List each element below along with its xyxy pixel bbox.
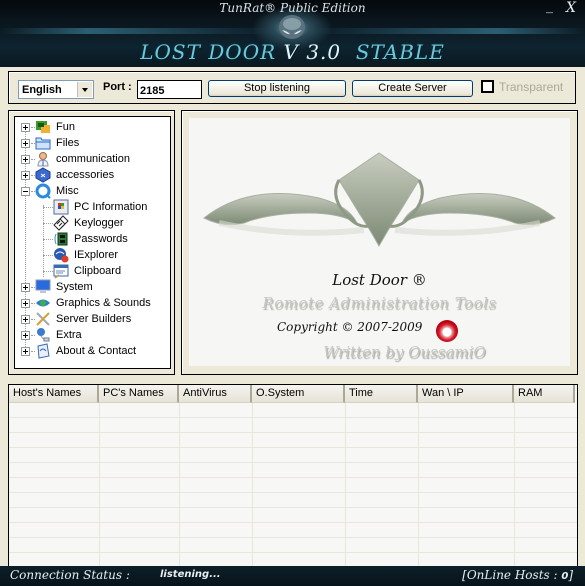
about-icon bbox=[37, 343, 50, 359]
games-icon bbox=[36, 121, 50, 133]
product-name: Lost Door ® bbox=[332, 271, 427, 289]
tree-item-label: PC Information bbox=[74, 201, 148, 213]
accessories-icon bbox=[35, 167, 51, 183]
folder-icon bbox=[35, 137, 51, 150]
tree-item-label: Server Builders bbox=[56, 313, 132, 325]
expand-icon[interactable] bbox=[21, 331, 30, 340]
tree-connector bbox=[43, 255, 53, 256]
app-title-text: LOST DOOR bbox=[140, 40, 284, 64]
expand-icon[interactable] bbox=[21, 299, 30, 308]
stop-listening-button[interactable]: Stop listening bbox=[208, 80, 346, 97]
app-title: LOST DOOR V 3.0 STABLE bbox=[0, 40, 585, 64]
tree-item-label: IExplorer bbox=[74, 249, 119, 261]
column-header-os[interactable]: O.System bbox=[252, 385, 345, 403]
expand-icon[interactable] bbox=[21, 315, 30, 324]
expand-icon[interactable] bbox=[21, 347, 30, 356]
create-server-button[interactable]: Create Server bbox=[352, 80, 473, 97]
close-button[interactable]: X bbox=[566, 0, 576, 16]
online-hosts-label: [OnLine Hosts : bbox=[462, 568, 562, 582]
feature-tree-panel: Fun Files communication accessories Misc… bbox=[8, 110, 175, 375]
table-row[interactable] bbox=[9, 418, 577, 433]
tree-item-label: Fun bbox=[56, 121, 75, 133]
author-credit: Written by OussamiO bbox=[323, 343, 486, 361]
tree-item-label: Graphics & Sounds bbox=[56, 297, 151, 309]
expand-icon[interactable] bbox=[21, 155, 30, 164]
tree-connector bbox=[43, 239, 53, 240]
collapse-icon[interactable] bbox=[21, 187, 30, 196]
logo-panel: Lost Door ® Romote Administration Tools … bbox=[181, 110, 578, 375]
table-row[interactable] bbox=[9, 508, 577, 523]
expand-icon[interactable] bbox=[21, 123, 30, 132]
column-header-hosts-names[interactable]: Host's Names bbox=[9, 385, 99, 403]
column-header-ram[interactable]: RAM bbox=[514, 385, 575, 403]
keylogger-icon bbox=[53, 215, 69, 231]
extra-icon bbox=[37, 328, 50, 342]
iexplorer-icon bbox=[54, 248, 69, 263]
toolbar: English Port : Stop listening Create Ser… bbox=[8, 71, 576, 104]
tree-item-label: communication bbox=[56, 153, 130, 165]
table-row[interactable] bbox=[9, 433, 577, 448]
feature-tree[interactable]: Fun Files communication accessories Misc… bbox=[14, 116, 171, 369]
copyright-text: Copyright © 2007-2009 bbox=[277, 320, 423, 334]
status-bar: Connection Status : listening... [OnLine… bbox=[0, 566, 585, 586]
tree-item-label: Clipboard bbox=[74, 265, 122, 277]
tree-connector bbox=[43, 207, 53, 208]
chevron-down-icon[interactable] bbox=[77, 82, 92, 97]
table-row[interactable] bbox=[9, 523, 577, 538]
table-row[interactable] bbox=[9, 448, 577, 463]
tools-icon bbox=[36, 312, 50, 326]
online-hosts-suffix: ] bbox=[568, 568, 573, 582]
app-title-suffix: STABLE bbox=[341, 40, 445, 64]
online-hosts: [OnLine Hosts : 0] bbox=[462, 568, 573, 582]
tree-item-label: Files bbox=[56, 137, 80, 149]
connection-status-value: listening... bbox=[160, 569, 221, 580]
tree-item-label: Keylogger bbox=[74, 217, 124, 229]
hosts-table[interactable]: Host's Names PC's Names AntiVirus O.Syst… bbox=[8, 384, 578, 567]
tree-item-label: Extra bbox=[56, 329, 82, 341]
table-row[interactable] bbox=[9, 478, 577, 493]
language-select[interactable]: English bbox=[18, 80, 94, 99]
transparent-label: Transparent bbox=[499, 80, 564, 94]
app-version: V 3.0 bbox=[283, 40, 342, 64]
monitor-icon bbox=[35, 279, 51, 293]
column-header-wan-ip[interactable]: Wan \ IP bbox=[418, 385, 514, 403]
table-row[interactable] bbox=[9, 493, 577, 508]
connection-status-label: Connection Status : bbox=[10, 568, 130, 582]
port-label: Port : bbox=[103, 81, 132, 93]
table-row[interactable] bbox=[9, 403, 577, 418]
misc-icon bbox=[35, 183, 51, 199]
product-subtitle: Romote Administration Tools bbox=[262, 294, 497, 312]
table-row[interactable] bbox=[9, 553, 577, 566]
minimize-button[interactable]: _ bbox=[546, 0, 553, 14]
tree-connector bbox=[43, 223, 53, 224]
tree-connector bbox=[43, 205, 44, 277]
column-header-antivirus[interactable]: AntiVirus bbox=[179, 385, 252, 403]
expand-icon[interactable] bbox=[21, 171, 30, 180]
table-row[interactable] bbox=[9, 538, 577, 553]
splash-logo: Lost Door ® Romote Administration Tools … bbox=[189, 118, 570, 366]
transparent-checkbox[interactable] bbox=[481, 80, 494, 93]
language-value: English bbox=[22, 84, 62, 96]
red-badge-icon bbox=[436, 320, 458, 342]
port-input[interactable] bbox=[137, 80, 202, 99]
graphics-icon bbox=[36, 299, 50, 307]
tree-item-label: accessories bbox=[56, 169, 115, 181]
user-chat-icon bbox=[37, 152, 49, 167]
column-header-pcs-names[interactable]: PC's Names bbox=[99, 385, 179, 403]
passwords-icon bbox=[54, 232, 68, 246]
column-header-time[interactable]: Time bbox=[345, 385, 418, 403]
clipboard-icon bbox=[53, 264, 69, 279]
app-subtitle: TunRat® Public Edition bbox=[219, 1, 366, 15]
tree-item-label: About & Contact bbox=[56, 345, 137, 357]
table-row[interactable] bbox=[9, 463, 577, 478]
tree-item-label: Passwords bbox=[74, 233, 128, 245]
expand-icon[interactable] bbox=[21, 283, 30, 292]
expand-icon[interactable] bbox=[21, 139, 30, 148]
ornament-emblem-icon bbox=[203, 152, 556, 248]
pc-info-icon bbox=[53, 199, 69, 215]
title-bar[interactable]: TunRat® Public Edition LOST DOOR V 3.0 S… bbox=[0, 0, 585, 67]
tree-connector bbox=[43, 271, 53, 272]
tree-item-label: Misc bbox=[56, 185, 79, 197]
tree-item-label: System bbox=[56, 281, 93, 293]
